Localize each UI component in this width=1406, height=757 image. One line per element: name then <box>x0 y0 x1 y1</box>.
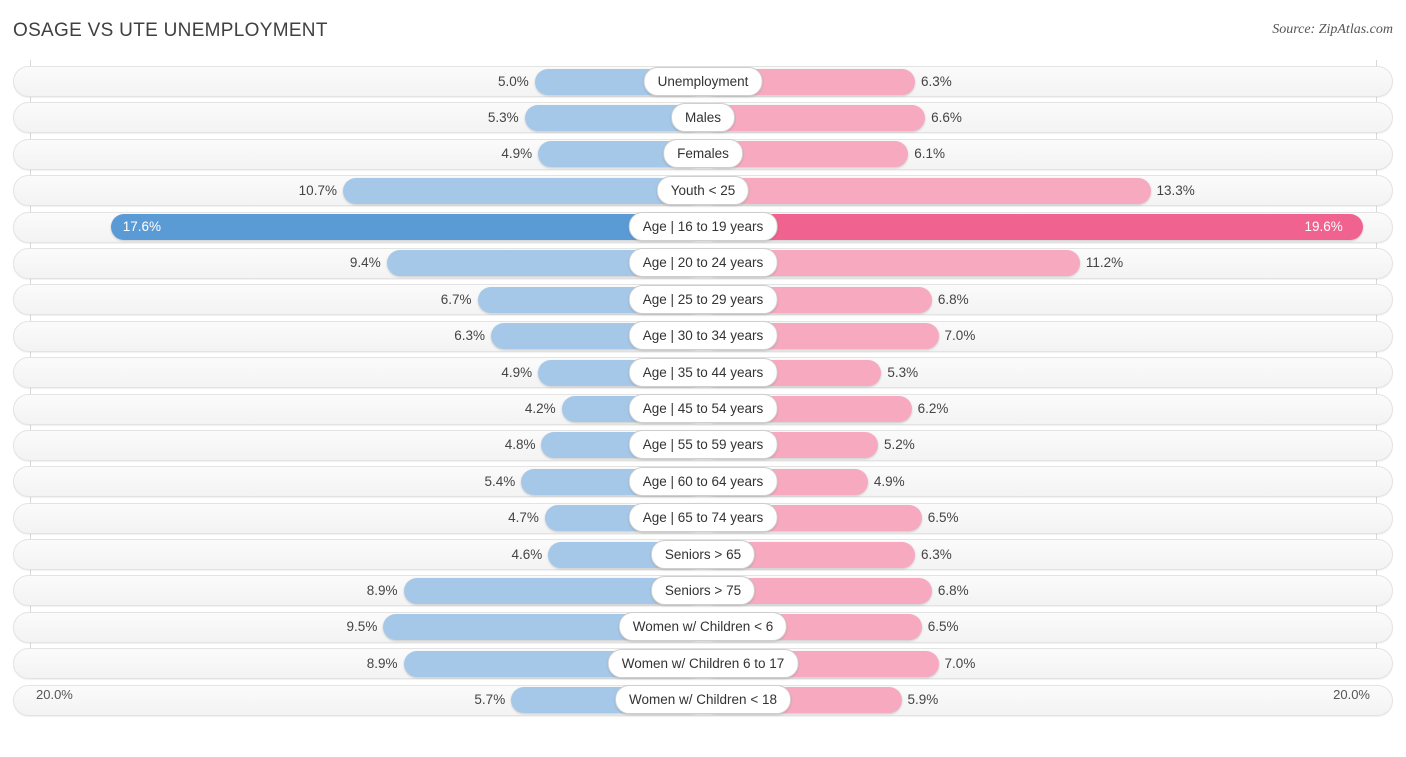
chart-row: 8.9% 6.8% Seniors > 75 <box>0 573 1406 609</box>
bar-value-ute: 4.9% <box>873 473 905 489</box>
row-category-label: Unemployment <box>643 66 763 96</box>
bar-value-ute: 5.3% <box>887 364 919 380</box>
bar-value-osage: 4.6% <box>511 546 543 562</box>
chart-row: 4.9% 6.1% Females <box>0 137 1406 173</box>
chart-row: 4.7% 6.5% Age | 65 to 74 years <box>0 501 1406 537</box>
row-category-label: Youth < 25 <box>656 175 750 205</box>
bar-value-ute: 7.0% <box>944 655 976 671</box>
bar-value-osage: 4.2% <box>524 401 556 417</box>
row-category-label: Age | 45 to 54 years <box>628 394 778 424</box>
chart-row: 9.4% 11.2% Age | 20 to 24 years <box>0 246 1406 282</box>
bar-value-ute: 6.2% <box>917 401 949 417</box>
bar-value-ute: 19.6% <box>1304 219 1343 235</box>
bar-value-osage: 5.3% <box>487 109 519 125</box>
chart-plot-area: 5.0% 6.3% Unemployment 5.3% 6.6% Males 4.9% 6.1… <box>0 60 1406 717</box>
chart-row: 9.5% 6.5% Women w/ Children < 6 <box>0 610 1406 646</box>
bar-value-osage: 9.5% <box>346 619 378 635</box>
bar-ute[interactable] <box>703 214 1363 241</box>
bar-value-osage: 4.9% <box>501 146 533 162</box>
bar-value-ute: 6.8% <box>937 582 969 598</box>
bar-value-ute: 6.5% <box>927 619 959 635</box>
source-attribution: Source: ZipAtlas.com <box>1272 22 1393 37</box>
bar-value-ute: 6.5% <box>927 510 959 526</box>
chart-row: 4.8% 5.2% Age | 55 to 59 years <box>0 428 1406 464</box>
bar-value-ute: 5.2% <box>883 437 915 453</box>
bar-value-ute: 6.6% <box>931 109 962 125</box>
bar-osage[interactable] <box>342 177 703 204</box>
bar-value-osage: 4.9% <box>501 364 533 380</box>
row-category-label: Women w/ Children < 18 <box>615 685 791 715</box>
row-category-label: Females <box>663 139 743 169</box>
bar-value-osage: 4.8% <box>504 437 536 453</box>
chart-header: OSAGE VS UTE UNEMPLOYMENT Source: ZipAtl… <box>0 0 1406 60</box>
bar-value-osage: 6.3% <box>454 328 486 344</box>
row-category-label: Males <box>670 102 736 132</box>
bar-value-ute: 11.2% <box>1085 255 1124 271</box>
bar-value-osage: 4.7% <box>508 510 539 526</box>
bar-value-osage: 8.9% <box>366 655 398 671</box>
row-category-label: Age | 55 to 59 years <box>628 430 778 460</box>
bar-value-ute: 7.0% <box>944 328 976 344</box>
bar-value-ute: 13.3% <box>1156 182 1195 198</box>
axis-tick-left: 20.0% <box>36 687 73 702</box>
bar-value-ute: 6.3% <box>920 546 952 562</box>
page-title: OSAGE VS UTE UNEMPLOYMENT <box>13 20 328 41</box>
chart-row: 4.6% 6.3% Seniors > 65 <box>0 537 1406 573</box>
bar-value-osage: 10.7% <box>298 182 337 198</box>
chart-row: 5.3% 6.6% Males <box>0 100 1406 136</box>
bar-value-osage: 8.9% <box>366 582 398 598</box>
chart-row: 6.7% 6.8% Age | 25 to 29 years <box>0 282 1406 318</box>
row-category-label: Women w/ Children 6 to 17 <box>607 648 799 678</box>
bar-osage[interactable] <box>110 214 703 241</box>
bar-value-ute: 6.8% <box>937 291 969 307</box>
chart-row: 4.9% 5.3% Age | 35 to 44 years <box>0 355 1406 391</box>
bar-value-osage: 17.6% <box>122 219 162 235</box>
row-category-label: Age | 30 to 34 years <box>628 321 778 351</box>
chart-row: 6.3% 7.0% Age | 30 to 34 years <box>0 319 1406 355</box>
bar-ute[interactable] <box>703 104 926 131</box>
row-category-label: Age | 16 to 19 years <box>628 212 778 242</box>
row-category-label: Age | 65 to 74 years <box>628 503 778 533</box>
bar-value-osage: 6.7% <box>440 291 472 307</box>
row-category-label: Seniors > 65 <box>650 539 756 569</box>
chart-row: 5.0% 6.3% Unemployment <box>0 64 1406 100</box>
row-category-label: Age | 20 to 24 years <box>628 248 778 278</box>
chart-row: 5.4% 4.9% Age | 60 to 64 years <box>0 464 1406 500</box>
bar-value-osage: 9.4% <box>349 255 381 271</box>
chart-rows: 5.0% 6.3% Unemployment 5.3% 6.6% Males 4.9% 6.1… <box>0 64 1406 719</box>
chart-row: 10.7% 13.3% Youth < 25 <box>0 173 1406 209</box>
bar-value-ute: 6.1% <box>914 146 946 162</box>
row-category-label: Seniors > 75 <box>650 575 756 605</box>
bar-ute[interactable] <box>703 177 1151 204</box>
row-category-label: Age | 25 to 29 years <box>628 284 778 314</box>
bar-value-osage: 5.0% <box>497 73 529 89</box>
chart-row: 17.6% 19.6% Age | 16 to 19 years <box>0 210 1406 246</box>
bar-value-ute: 6.3% <box>920 73 952 89</box>
row-category-label: Age | 35 to 44 years <box>628 357 778 387</box>
axis-tick-right: 20.0% <box>1333 687 1370 702</box>
row-category-label: Women w/ Children < 6 <box>618 612 788 642</box>
bar-value-osage: 5.4% <box>484 473 516 489</box>
chart-row: 4.2% 6.2% Age | 45 to 54 years <box>0 392 1406 428</box>
row-category-label: Age | 60 to 64 years <box>628 466 778 496</box>
